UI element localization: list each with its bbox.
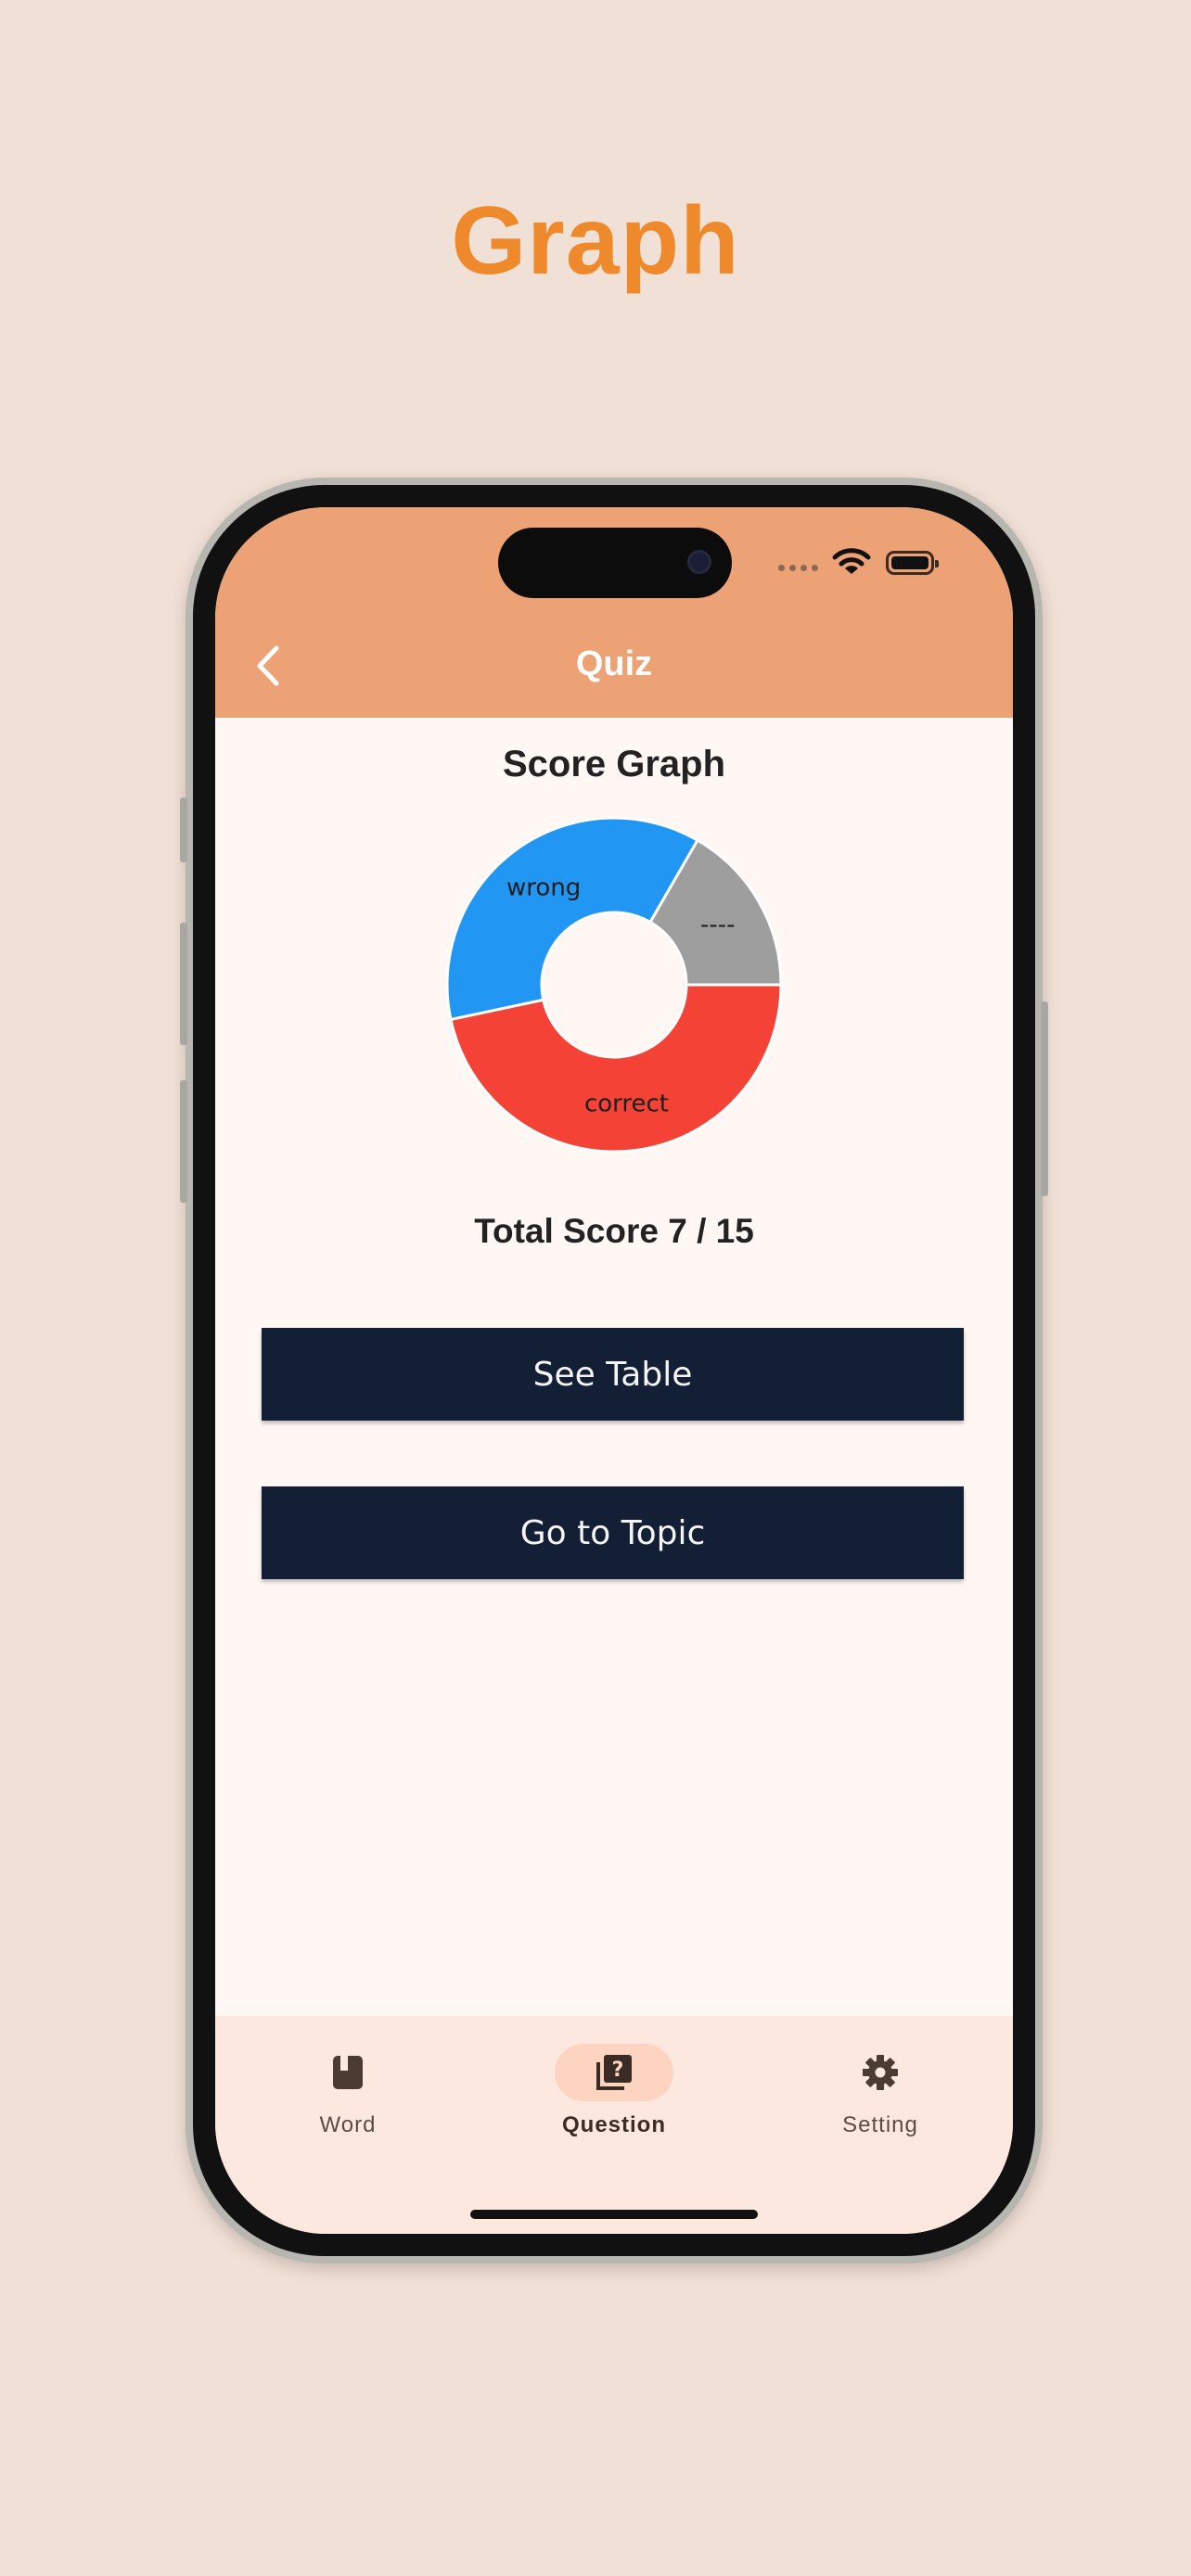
battery-icon xyxy=(886,551,939,575)
volume-up-button xyxy=(180,923,187,1045)
svg-text:?: ? xyxy=(612,2059,624,2082)
nav-item-word[interactable]: Word xyxy=(255,2016,441,2138)
screen: Quiz Score Graph correct wrong ---- Total … xyxy=(215,507,1013,2234)
score-graph-title: Score Graph xyxy=(502,744,726,784)
power-button xyxy=(1041,1001,1048,1196)
nav-label: Setting xyxy=(842,2112,918,2137)
nav-label: Word xyxy=(319,2112,377,2137)
nav-item-question[interactable]: ? Question xyxy=(521,2016,707,2138)
nav-icon-wrap xyxy=(288,2044,407,2101)
score-donut-chart: correct wrong ---- xyxy=(445,816,783,1154)
chart-label-2: ---- xyxy=(700,912,736,939)
gear-icon xyxy=(863,2055,898,2090)
book-icon xyxy=(333,2056,363,2089)
nav-label: Question xyxy=(561,2112,666,2137)
wifi-icon xyxy=(832,548,871,574)
cellular-signal-icon xyxy=(778,565,818,571)
app-bar: Quiz xyxy=(215,507,1013,718)
chart-label-1: wrong xyxy=(506,874,581,902)
nav-icon-wrap xyxy=(821,2044,940,2101)
bottom-navigation: Word ? Question Setting xyxy=(215,2016,1013,2234)
see-table-button[interactable]: See Table xyxy=(262,1328,964,1421)
go-to-topic-button[interactable]: Go to Topic xyxy=(262,1486,964,1579)
appbar-title: Quiz xyxy=(575,644,653,683)
phone-frame: Quiz Score Graph correct wrong ---- Total … xyxy=(180,478,1048,2264)
camera-icon xyxy=(687,550,711,574)
nav-item-setting[interactable]: Setting xyxy=(788,2016,973,2138)
chart-label-0: correct xyxy=(584,1090,669,1117)
dynamic-island xyxy=(498,528,732,598)
nav-icon-wrap: ? xyxy=(555,2044,673,2101)
promo-title: Graph xyxy=(451,187,740,295)
total-score: Total Score 7 / 15 xyxy=(474,1212,754,1250)
volume-down-button xyxy=(180,1080,187,1203)
home-indicator xyxy=(470,2210,758,2219)
quiz-icon: ? xyxy=(596,2055,632,2090)
silent-switch xyxy=(180,797,187,862)
